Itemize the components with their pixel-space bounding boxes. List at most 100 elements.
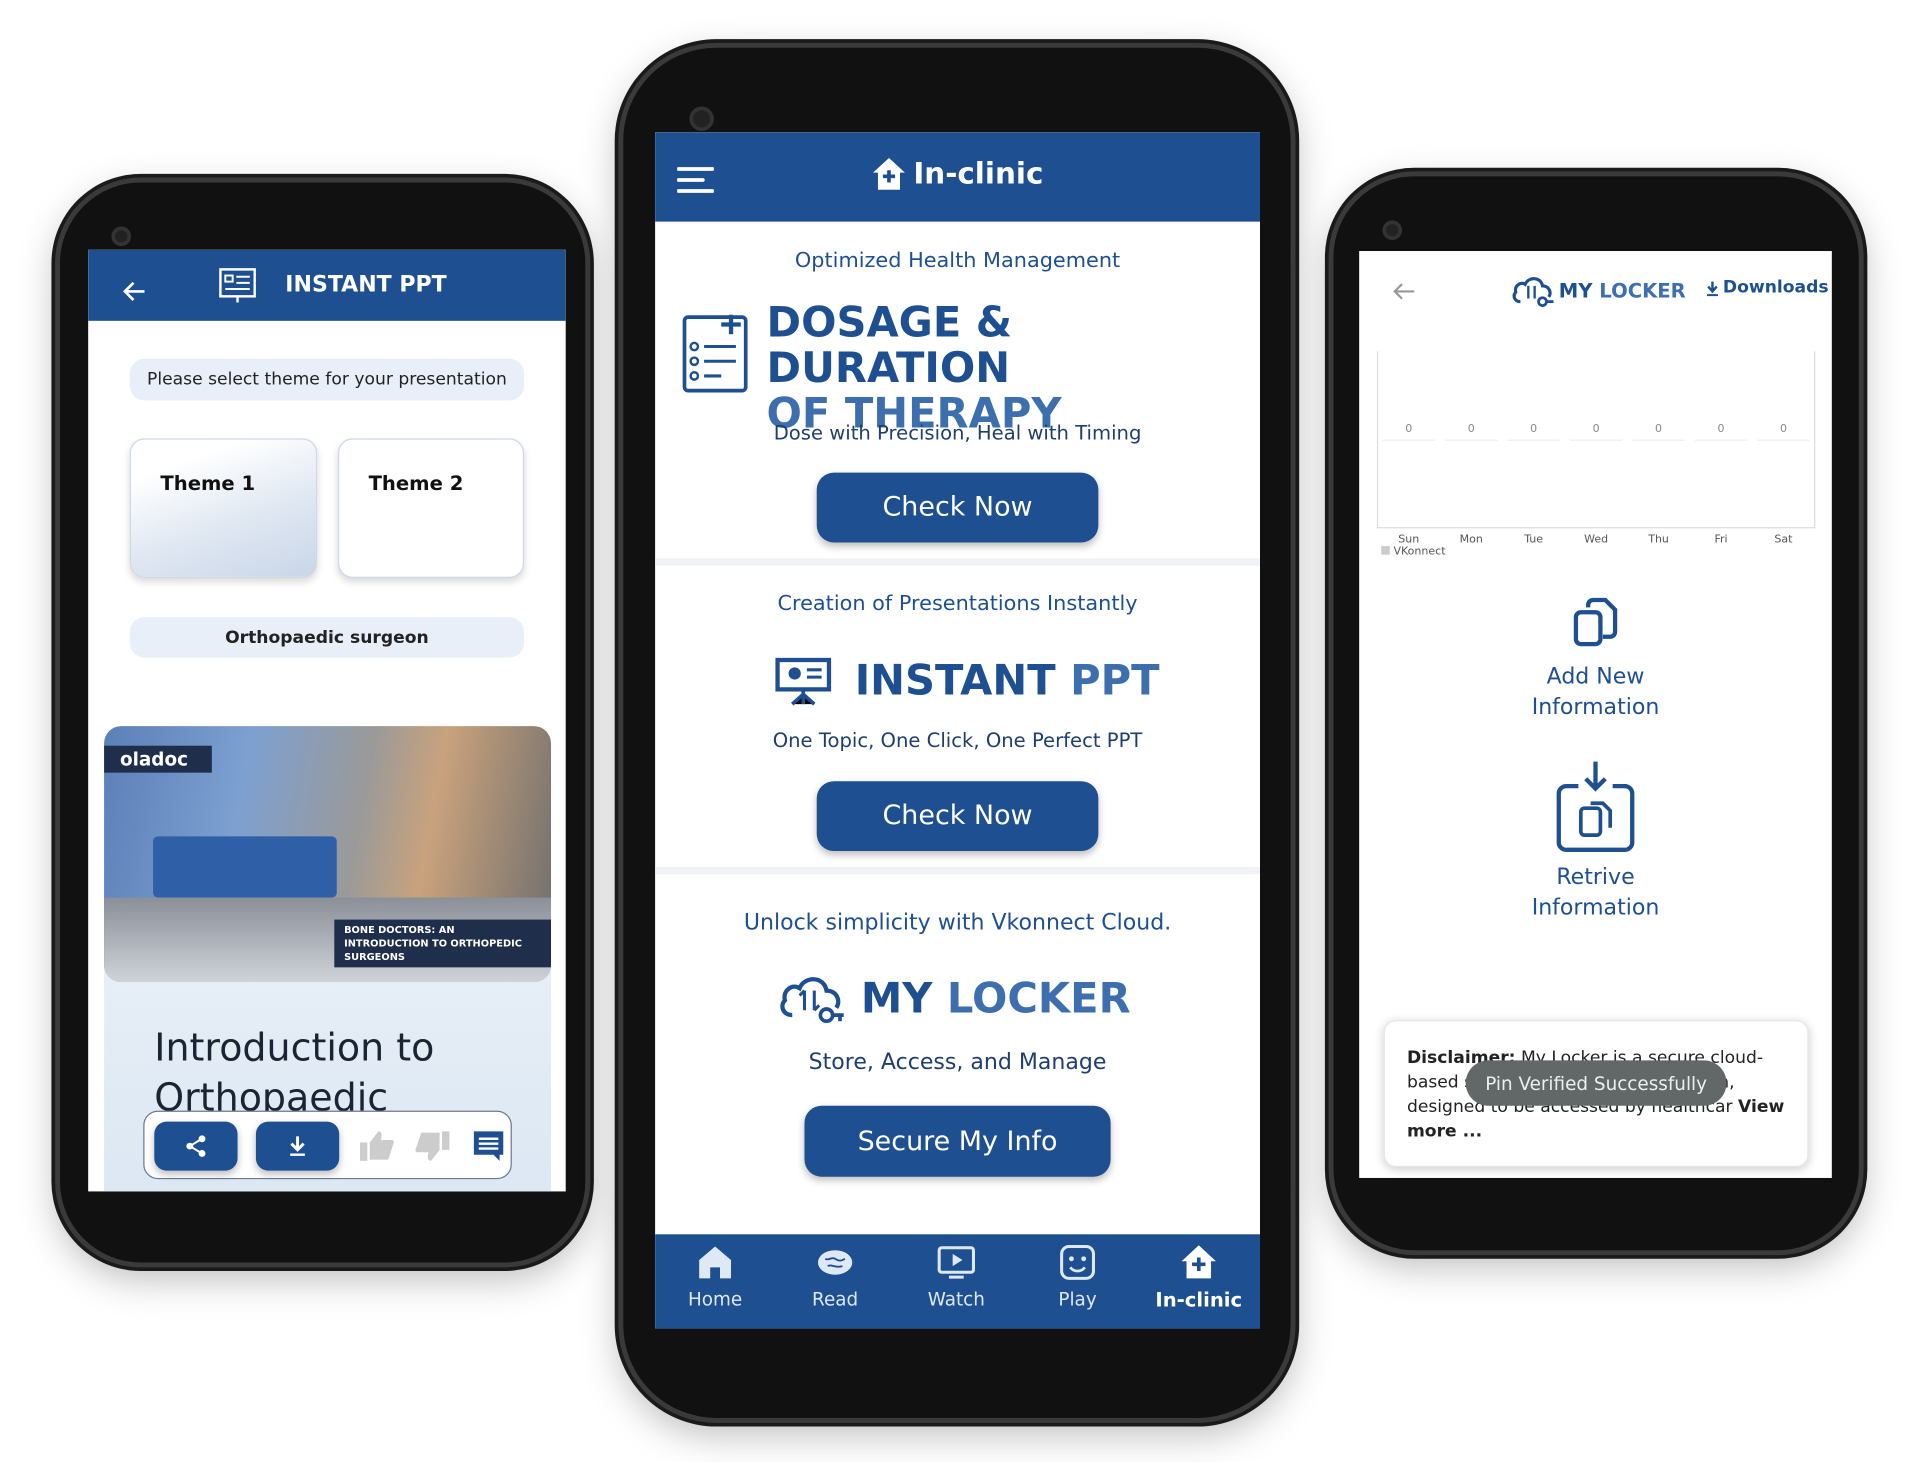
x-tick-label: Fri: [1714, 532, 1727, 545]
button-label: Information: [1531, 895, 1660, 921]
back-arrow-icon[interactable]: [122, 280, 146, 302]
data-label: 0: [1718, 422, 1725, 435]
bar: [1444, 439, 1498, 441]
dosage-check-now-button[interactable]: Check Now: [816, 472, 1099, 543]
x-tick-label: Tue: [1523, 532, 1543, 545]
dosage-checklist-icon: [682, 314, 748, 393]
ppt-check-now-button[interactable]: Check Now: [816, 781, 1099, 852]
comment-icon[interactable]: [473, 1130, 505, 1162]
cloud-key-icon: [780, 977, 844, 1024]
theme-2-card[interactable]: Theme 2: [337, 438, 525, 578]
title-part-2: LOCKER: [1599, 279, 1686, 303]
data-label: 0: [1468, 422, 1475, 435]
dosage-title: DOSAGE & DURATION OF THERAPY: [767, 301, 1260, 437]
copy-documents-icon: [1573, 597, 1618, 647]
clinic-icon: [872, 157, 905, 190]
title-part-1: MY: [1558, 279, 1593, 303]
theme-label: Theme 1: [160, 471, 256, 495]
my-locker-title: MY LOCKER: [861, 975, 1131, 1024]
in-clinic-screen: In-clinic Optimized Health Management DO…: [655, 132, 1261, 1329]
share-button[interactable]: [154, 1121, 238, 1171]
nav-in-clinic[interactable]: In-clinic: [1150, 1244, 1248, 1311]
data-label: 0: [1780, 422, 1787, 435]
bar: [1382, 439, 1436, 441]
smiley-icon: [1060, 1245, 1096, 1280]
section-tagline: Unlock simplicity with Vkonnect Cloud.: [743, 909, 1172, 936]
downloads-link[interactable]: Downloads: [1706, 278, 1829, 298]
section-subtitle: One Topic, One Click, One Perfect PPT: [772, 728, 1143, 752]
weekly-chart: 0 Sun 0 Mon 0 Tue 0 Wed 0 Thu 0 Fri 0 Sat VKonnect: [1376, 351, 1816, 558]
data-label: 0: [1530, 422, 1537, 435]
button-label: Retrive: [1556, 864, 1635, 891]
section-tagline: Optimized Health Management: [794, 248, 1121, 274]
bar: [1694, 439, 1748, 441]
instant-ppt-screen: INSTANT PPT Please select theme for your…: [88, 249, 566, 1192]
data-label: 0: [1405, 422, 1412, 435]
legend-label: VKonnect: [1393, 545, 1446, 558]
downloads-label: Downloads: [1722, 277, 1829, 298]
nav-label: In-clinic: [1155, 1288, 1243, 1312]
camera: [111, 226, 132, 247]
divider: [655, 558, 1261, 566]
title-part-1: INSTANT: [854, 656, 1056, 706]
nav-watch[interactable]: Watch: [907, 1244, 1005, 1310]
header-title: In-clinic: [913, 156, 1044, 192]
title-part-2: PPT: [1070, 656, 1160, 706]
data-label: 0: [1593, 422, 1600, 435]
action-bar: [143, 1110, 512, 1180]
header-title: MY LOCKER: [1559, 279, 1686, 302]
nav-read[interactable]: Read: [786, 1244, 884, 1310]
download-icon: [1706, 281, 1718, 296]
bottom-nav: Home Read Watch Play In-clinic: [655, 1234, 1261, 1329]
section-tagline: Creation of Presentations Instantly: [777, 591, 1138, 616]
secure-my-info-button[interactable]: Secure My Info: [804, 1105, 1111, 1177]
brain-icon: [817, 1250, 853, 1275]
nav-home[interactable]: Home: [666, 1244, 764, 1310]
nav-play[interactable]: Play: [1029, 1244, 1127, 1310]
slide-title: Introduction to Orthopaedic: [154, 1026, 435, 1120]
nav-label: Play: [1058, 1288, 1097, 1311]
camera: [689, 106, 714, 132]
thumbs-up-icon[interactable]: [359, 1130, 396, 1162]
x-tick-label: Wed: [1584, 532, 1608, 545]
my-locker-screen: MY LOCKER Downloads 0 Sun 0 Mon 0 Tue 0 Wed 0 Thu…: [1359, 251, 1832, 1178]
retrieve-information-button[interactable]: Retrive Information: [1473, 759, 1718, 921]
x-tick-label: Mon: [1460, 532, 1483, 545]
thumbs-down-icon[interactable]: [414, 1130, 451, 1162]
data-label: 0: [1655, 422, 1662, 435]
x-tick-label: Sun: [1398, 532, 1419, 545]
slide-image: oladoc BONE DOCTORS: AN INTRODUCTION TO …: [104, 726, 552, 983]
image-caption: BONE DOCTORS: AN INTRODUCTION TO ORTHOPE…: [334, 919, 552, 968]
header-title: INSTANT PPT: [285, 271, 447, 298]
title-part-2: LOCKER: [946, 974, 1131, 1024]
button-label: Add New: [1546, 663, 1645, 690]
x-tick-label: Sat: [1774, 532, 1793, 545]
presentation-board-icon: [775, 657, 832, 706]
add-new-information-button[interactable]: Add New Information: [1473, 597, 1718, 721]
theme-1-card[interactable]: Theme 1: [129, 438, 318, 578]
button-label: Information: [1531, 694, 1660, 721]
play-screen-icon: [937, 1246, 976, 1279]
bar: [1632, 439, 1685, 441]
header-title-group: In-clinic: [655, 157, 1260, 191]
toast-message: Pin Verified Successfully: [1465, 1060, 1727, 1106]
download-button[interactable]: [255, 1121, 340, 1171]
section-subtitle: Dose with Precision, Heal with Timing: [773, 421, 1142, 445]
divider: [655, 866, 1261, 875]
theme-label: Theme 2: [368, 471, 464, 495]
back-arrow-icon[interactable]: [1392, 282, 1416, 302]
clinic-icon: [1181, 1245, 1216, 1279]
camera: [1382, 220, 1403, 241]
title-line-1: DOSAGE & DURATION: [766, 298, 1013, 394]
instant-ppt-title: INSTANT PPT: [855, 656, 1160, 705]
specialty-label: Orthopaedic surgeon: [129, 617, 525, 658]
theme-prompt: Please select theme for your presentatio…: [129, 358, 525, 401]
presentation-icon: [219, 268, 256, 303]
download-icon: [290, 1136, 305, 1156]
title-part-1: MY: [860, 974, 933, 1024]
bar: [1507, 439, 1560, 441]
brand-logo: oladoc: [104, 745, 212, 773]
section-subtitle: Store, Access, and Manage: [808, 1049, 1107, 1076]
x-tick-label: Thu: [1647, 532, 1669, 545]
bar: [1757, 439, 1810, 441]
